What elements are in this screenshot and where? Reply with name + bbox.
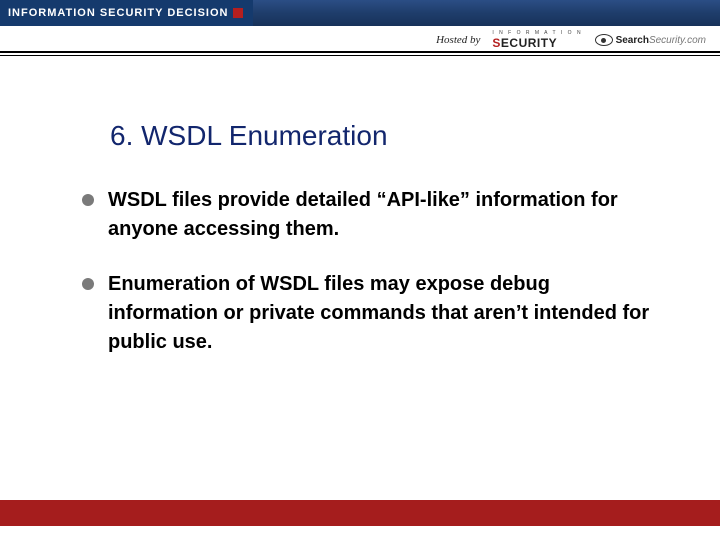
badge-square-icon xyxy=(233,8,243,18)
divider-lines xyxy=(0,51,720,56)
security-logo: I N F O R M A T I O N SECURITY xyxy=(492,30,582,50)
slide-title: 6. WSDL Enumeration xyxy=(110,120,660,152)
slide-content: 6. WSDL Enumeration WSDL files provide d… xyxy=(110,120,660,383)
bullet-item: Enumeration of WSDL files may expose deb… xyxy=(82,270,660,357)
searchsecurity-logo: SearchSecurity.com xyxy=(595,34,706,46)
banner-sub: Hosted by I N F O R M A T I O N SECURITY… xyxy=(436,30,720,50)
security-logo-big: SECURITY xyxy=(492,36,582,50)
searchsecurity-text: SearchSecurity.com xyxy=(616,35,706,46)
banner-badge: INFORMATION SECURITY DECISION xyxy=(0,0,253,26)
banner-stripe xyxy=(253,0,720,26)
banner-badge-text: INFORMATION SECURITY DECISION xyxy=(8,7,229,19)
hosted-by-label: Hosted by xyxy=(436,34,480,46)
eye-icon xyxy=(595,34,613,46)
bullet-item: WSDL files provide detailed “API-like” i… xyxy=(82,186,660,244)
footer-bar xyxy=(0,500,720,526)
